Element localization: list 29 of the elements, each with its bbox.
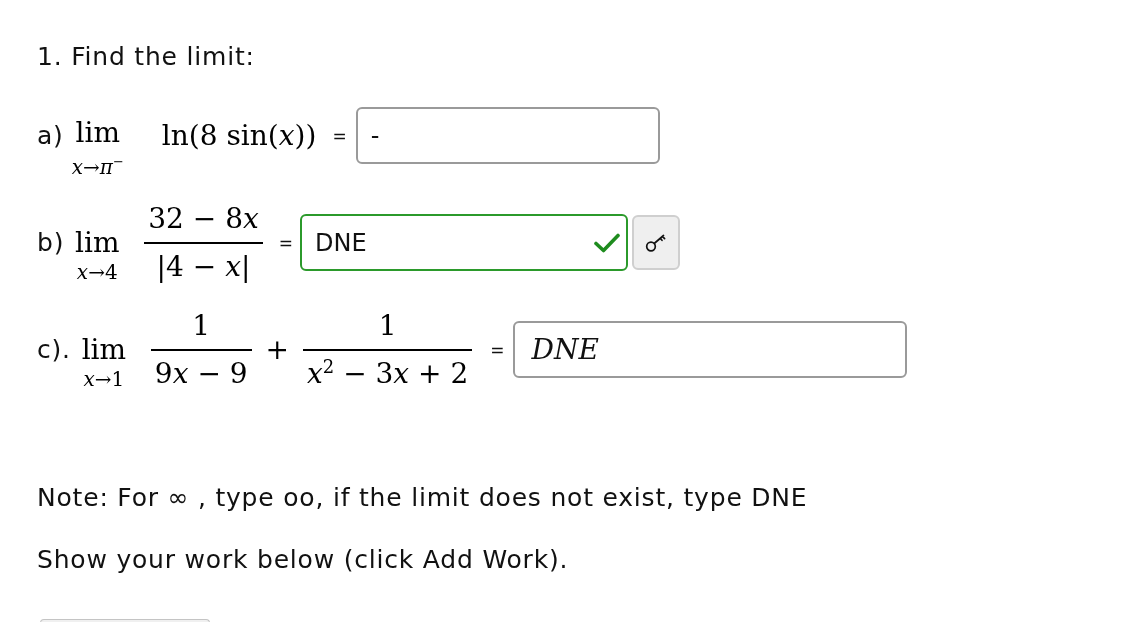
key-icon xyxy=(645,232,667,253)
math-expression: ln(8 sin(x)) xyxy=(161,117,317,154)
limit-subscript: x→1 xyxy=(83,365,125,392)
limit-subscript: x→π$^{−}$ xyxy=(71,153,124,180)
limit-subscript: x→4 xyxy=(76,258,118,285)
answer-field[interactable]: DNE xyxy=(300,214,628,271)
fraction-numerator: 1 xyxy=(377,307,398,344)
fraction-denominator: |4 − x| xyxy=(155,248,252,285)
part-label: b) xyxy=(37,227,65,258)
answer-field[interactable]: DNE xyxy=(513,321,908,378)
answer-key-button[interactable] xyxy=(632,215,680,270)
problem-title: 1. Find the limit: xyxy=(37,42,256,72)
limit-operator: lim xyxy=(75,226,120,259)
fraction-denominator: x$^{2}$ − 3x + 2 xyxy=(306,354,470,392)
fraction-denominator: 9x − 9 xyxy=(153,355,249,392)
check-icon xyxy=(594,232,620,253)
equals-sign: = xyxy=(278,232,293,253)
equals-sign: = xyxy=(332,125,347,146)
equals-sign: = xyxy=(490,339,505,360)
answer-field[interactable]: - xyxy=(355,107,660,164)
limit-operator: lim xyxy=(81,333,127,366)
fraction-numerator: 1 xyxy=(191,307,212,344)
instruction-text: Show your work below (click Add Work). xyxy=(37,545,570,575)
fraction-numerator: 32 − 8x xyxy=(147,200,260,237)
limit-operator: lim xyxy=(75,117,120,150)
operator-sign: + xyxy=(265,331,290,368)
part-label: c). xyxy=(37,334,71,365)
part-label: a) xyxy=(37,120,64,151)
note-text: Note: For ∞ , type oo, if the limit does not exist, type DNE xyxy=(37,483,809,513)
